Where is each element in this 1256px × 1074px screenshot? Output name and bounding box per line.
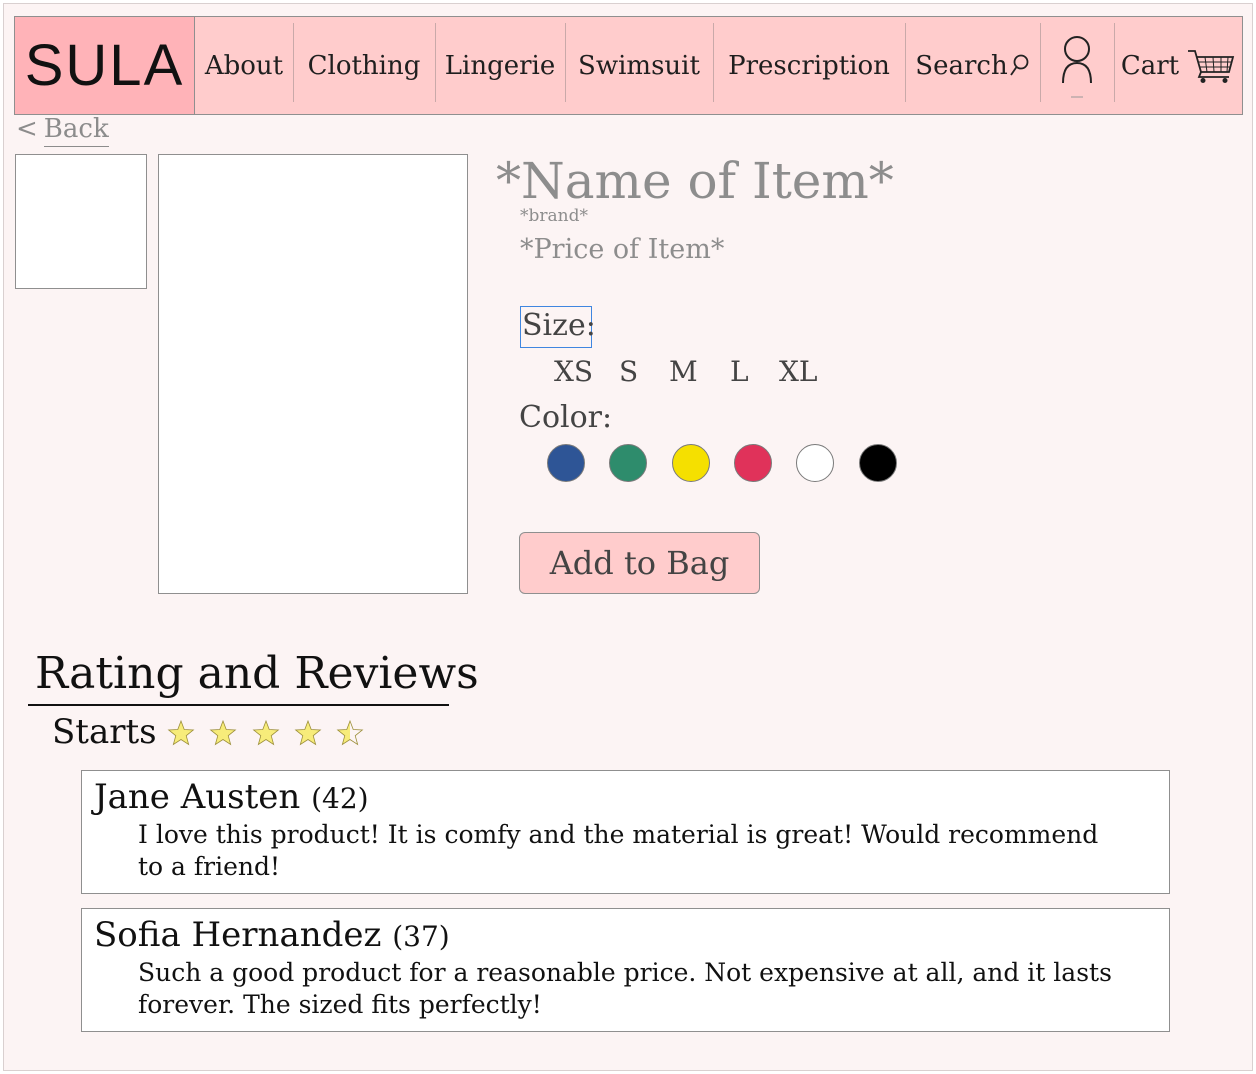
top-nav: SULA About Clothing Lingerie Swimsuit Pr… [14, 16, 1243, 115]
back-label: Back [43, 114, 109, 147]
nav-prescription[interactable]: Prescription [713, 17, 905, 114]
nav-cart[interactable]: Cart [1114, 17, 1242, 114]
add-to-bag-button[interactable]: Add to Bag [519, 532, 760, 594]
cart-icon [1188, 49, 1235, 83]
product-brand: *brand* [520, 206, 588, 226]
stars-label: Starts [52, 712, 157, 752]
color-swatch-blue[interactable] [547, 444, 585, 482]
nav-swimsuit[interactable]: Swimsuit [565, 17, 713, 114]
reviews-heading-underline [28, 704, 449, 706]
color-swatch-yellow[interactable] [672, 444, 710, 482]
star-icon-1 [167, 719, 195, 746]
product-main-image [158, 154, 468, 594]
nav-clothing[interactable]: Clothing [293, 17, 435, 114]
star-icon-3 [252, 719, 280, 746]
product-name: *Name of Item* [496, 152, 894, 210]
nav-about[interactable]: About [195, 17, 293, 114]
color-label: Color: [519, 400, 613, 435]
nav-lingerie[interactable]: Lingerie [435, 17, 565, 114]
user-icon [1062, 35, 1092, 97]
size-option-l[interactable]: L [730, 355, 749, 388]
product-price: *Price of Item* [520, 234, 725, 265]
reviewer: Sofia Hernandez (37) [94, 915, 450, 955]
nav-account[interactable] [1040, 17, 1114, 114]
size-option-xl[interactable]: XL [779, 355, 818, 388]
reviewer-count: (42) [311, 782, 369, 815]
color-swatch-red[interactable] [734, 444, 772, 482]
reviewer-count: (37) [392, 920, 450, 953]
reviews-heading: Rating and Reviews [35, 648, 479, 699]
review-text: Such a good product for a reasonable pri… [138, 958, 1112, 1019]
product-thumbnail[interactable] [15, 154, 147, 289]
back-arrow: < [16, 114, 38, 144]
color-swatch-black[interactable] [859, 444, 897, 482]
brand-logo[interactable]: SULA [15, 17, 195, 114]
review-card: Jane Austen (42) I love this product! It… [81, 770, 1170, 894]
color-swatch-white[interactable] [796, 444, 834, 482]
review-card: Sofia Hernandez (37) Such a good product… [81, 908, 1170, 1032]
nav-search-label: Search [915, 50, 1008, 81]
star-icon-4 [294, 719, 322, 746]
size-option-s[interactable]: S [619, 355, 638, 388]
review-text: I love this product! It is comfy and the… [138, 820, 1099, 881]
size-option-xs[interactable]: XS [554, 355, 593, 388]
back-link[interactable]: < Back [16, 114, 109, 147]
reviewer-name: Sofia Hernandez [94, 915, 382, 955]
nav-search[interactable]: Search [905, 17, 1040, 114]
color-swatch-green[interactable] [609, 444, 647, 482]
star-icon-2 [209, 719, 237, 746]
size-label: Size: [520, 306, 596, 348]
reviewer-name: Jane Austen [94, 777, 301, 817]
size-option-m[interactable]: M [669, 355, 698, 388]
search-icon [1009, 54, 1029, 76]
star-icon-5 [336, 719, 364, 746]
nav-cart-label: Cart [1120, 50, 1180, 81]
reviewer: Jane Austen (42) [94, 777, 369, 817]
